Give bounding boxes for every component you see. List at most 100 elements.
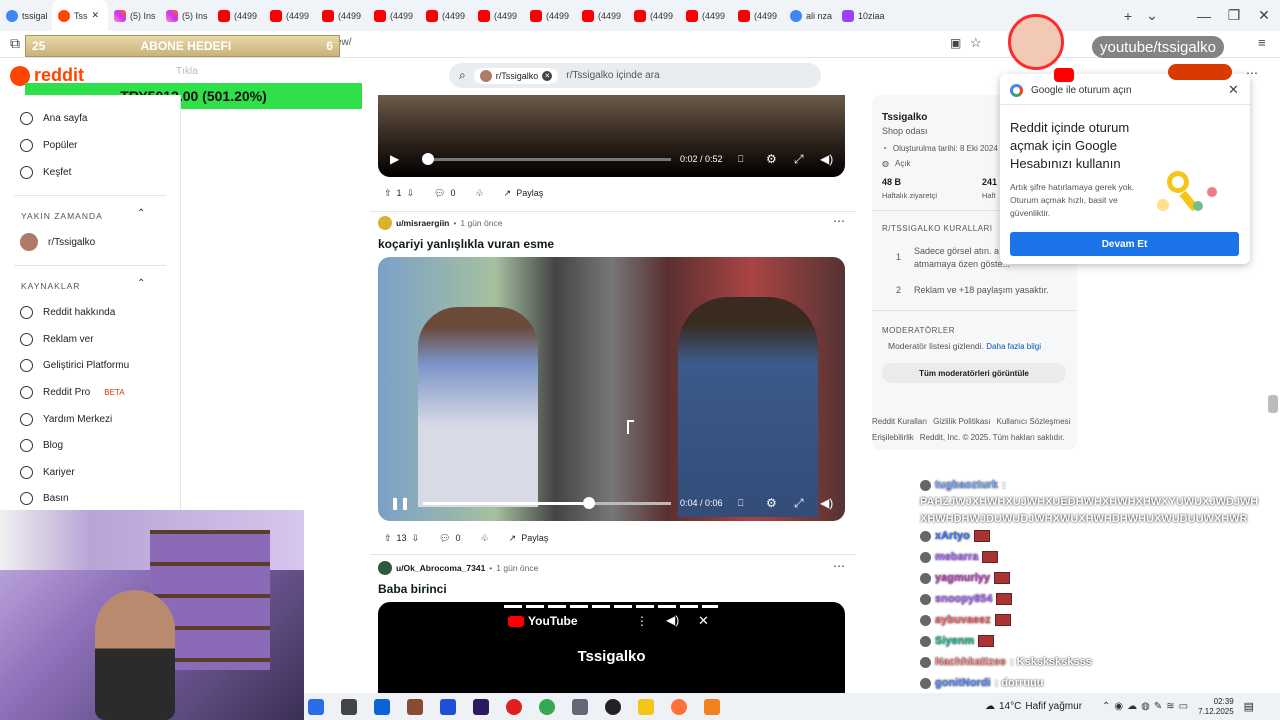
menu-icon[interactable]: ≡ — [1258, 35, 1266, 50]
sidebar-item-careers[interactable]: Kariyer — [20, 466, 75, 479]
upvote-icon[interactable]: ⇧ — [384, 188, 392, 199]
vote-pill[interactable]: ⇧ 13 ⇩ — [378, 528, 426, 548]
captions-icon[interactable]: ⎕ — [738, 498, 743, 509]
clear-chip-icon[interactable]: ✕ — [542, 70, 553, 81]
chevron-up-icon[interactable]: ⌃ — [137, 208, 145, 219]
video-progress-track[interactable] — [423, 502, 671, 505]
post-title[interactable]: Baba birinci — [378, 582, 447, 596]
firefox-icon[interactable] — [671, 698, 687, 715]
video-player[interactable]: ▶ 0:02 / 0:52 ⎕ ⚙ ⤢ ◀) — [378, 95, 845, 177]
learn-more-link[interactable]: Daha fazla bilgi — [986, 342, 1041, 351]
mail-icon[interactable] — [374, 698, 390, 715]
close-icon[interactable]: ✕ — [698, 613, 709, 629]
footer-link-privacy[interactable]: Gizlilik Politikası — [933, 417, 990, 426]
sidebar-item-explore[interactable]: Keşfet — [20, 166, 71, 179]
volume-icon[interactable]: ◀) — [820, 152, 833, 166]
search-input[interactable]: r/Tssigalko içinde ara — [566, 70, 659, 81]
close-window-button[interactable]: ✕ — [1248, 0, 1280, 31]
settings-gear-icon[interactable]: ⚙ — [766, 496, 777, 510]
maximize-button[interactable]: ❐ — [1218, 0, 1250, 31]
browser-tab[interactable]: (4499 — [368, 0, 420, 31]
system-tray-icons[interactable]: ⌃◉☁◍✎≋▭ — [1102, 701, 1192, 712]
obs-icon[interactable] — [605, 698, 621, 715]
browser-tab[interactable]: (4499 — [576, 0, 628, 31]
notifications-icon[interactable]: ▤ — [1244, 700, 1254, 713]
browser-tab[interactable]: (4499 — [680, 0, 732, 31]
rule-text[interactable]: Reklam ve +18 paylaşım yasaktır. — [914, 285, 1049, 295]
weather-widget[interactable]: ☁ 14°C Hafif yağmur — [985, 701, 1082, 712]
screenshot-icon[interactable]: ▣ — [950, 36, 961, 50]
start-icon[interactable] — [308, 698, 324, 715]
sidebar-item-popular[interactable]: Popüler — [20, 139, 77, 152]
browser-tab[interactable]: (4499 — [524, 0, 576, 31]
browser-tab[interactable]: ali nza — [784, 0, 836, 31]
sidebar-item-blog[interactable]: Blog — [20, 439, 63, 452]
browser-tab[interactable]: (4499 — [472, 0, 524, 31]
post-author[interactable]: u/Ok_Abrocoma_7341 — [396, 563, 485, 573]
app-icon[interactable] — [407, 698, 423, 715]
browser-tab[interactable]: (4499 — [628, 0, 680, 31]
pause-icon[interactable]: ❚❚ — [390, 496, 410, 510]
continue-button[interactable]: Devam Et — [1010, 232, 1239, 256]
fullscreen-icon[interactable]: ⤢ — [794, 152, 804, 167]
close-icon[interactable]: ✕ — [1228, 82, 1239, 98]
user-avatar[interactable] — [378, 216, 392, 230]
video-scrubber-handle[interactable] — [421, 153, 434, 165]
view-all-moderators-button[interactable]: Tüm moderatörleri görüntüle — [882, 363, 1066, 383]
browser-tab[interactable]: Tss ✕ — [52, 0, 108, 31]
page-scrollbar-thumb[interactable] — [1268, 395, 1278, 413]
clock[interactable]: 02:39 7.12.2025 — [1198, 697, 1234, 717]
comments-button[interactable]: 💬︎ 0 — [428, 183, 462, 203]
header-action-button[interactable] — [1168, 64, 1232, 80]
close-tab-icon[interactable]: ✕ — [92, 10, 100, 21]
opera-icon[interactable] — [506, 698, 522, 715]
settings-gear-icon[interactable]: ⚙ — [766, 152, 777, 166]
user-avatar[interactable] — [378, 561, 392, 575]
search-community-chip[interactable]: r/Tssigalko ✕ — [473, 67, 559, 84]
vote-pill[interactable]: ⇧ 1 ⇩ — [378, 183, 421, 203]
post-title[interactable]: koçariyi yanlışlıkla vuran esme — [378, 237, 554, 251]
downvote-icon[interactable]: ⇩ — [407, 188, 415, 199]
sidebar-item-advertise[interactable]: Reklam ver — [20, 333, 94, 346]
browser-tab[interactable]: (4499 — [732, 0, 784, 31]
video-scrubber-handle[interactable] — [583, 497, 596, 509]
captions-icon[interactable]: ⎕ — [738, 154, 743, 165]
footer-link-agreement[interactable]: Kullanıcı Sözleşmesi — [996, 417, 1070, 426]
sidebar-item-developer[interactable]: Geliştirici Platformu — [20, 359, 129, 372]
video-player[interactable]: ❚❚ 0:04 / 0:06 ⎕ ⚙ ⤢ ◀) — [378, 257, 845, 521]
more-options-icon[interactable]: ⋯ — [833, 559, 845, 573]
volume-icon[interactable]: ◀) — [820, 496, 833, 510]
post-author[interactable]: u/misraergiin — [396, 218, 449, 228]
sidebar-item-recent-community[interactable]: r/Tssigalko — [20, 233, 95, 251]
share-button[interactable]: ↗ Paylaş — [497, 183, 550, 203]
tab-list-chevron-icon[interactable]: ⌄ — [1136, 0, 1168, 31]
vlc-icon[interactable] — [704, 698, 720, 715]
browser-tab[interactable]: (4499 — [316, 0, 368, 31]
browser-tab[interactable]: (5) Ins — [160, 0, 212, 31]
taskview-icon[interactable] — [341, 698, 357, 715]
more-vertical-icon[interactable]: ⋮ — [636, 614, 648, 628]
fullscreen-icon[interactable]: ⤢ — [794, 496, 804, 511]
award-button[interactable]: ♧ — [474, 528, 495, 548]
folder-icon[interactable] — [638, 698, 654, 715]
recent-heading[interactable]: YAKIN ZAMANDA — [21, 211, 103, 221]
browser-tab[interactable]: 10ziaa — [836, 0, 888, 31]
play-icon[interactable]: ▶ — [390, 152, 399, 166]
award-button[interactable]: ♧ — [469, 183, 490, 203]
sidebar-item-press[interactable]: Basın — [20, 492, 69, 505]
more-options-icon[interactable]: ⋯ — [833, 214, 845, 228]
more-options-icon[interactable]: ⋯ — [1246, 66, 1258, 80]
upvote-icon[interactable]: ⇧ — [384, 533, 392, 544]
comments-button[interactable]: 💬︎ 0 — [433, 528, 467, 548]
app-icon[interactable] — [572, 698, 588, 715]
search-bar[interactable]: ⌕ r/Tssigalko ✕ r/Tssigalko içinde ara — [449, 63, 821, 88]
tab-panel-icon[interactable]: ⧉ — [10, 35, 20, 52]
browser-tab[interactable]: (4499 — [212, 0, 264, 31]
volume-icon[interactable]: ◀) — [666, 613, 679, 627]
browser-tab[interactable]: (5) Ins — [108, 0, 160, 31]
youtube-logo[interactable]: YouTube — [508, 614, 578, 628]
bookmark-star-icon[interactable]: ☆ — [970, 35, 982, 51]
footer-link-accessibility[interactable]: Erişilebilirlik — [872, 433, 914, 442]
sidebar-item-home[interactable]: Ana sayfa — [20, 112, 87, 125]
minimize-button[interactable]: — — [1188, 0, 1220, 31]
